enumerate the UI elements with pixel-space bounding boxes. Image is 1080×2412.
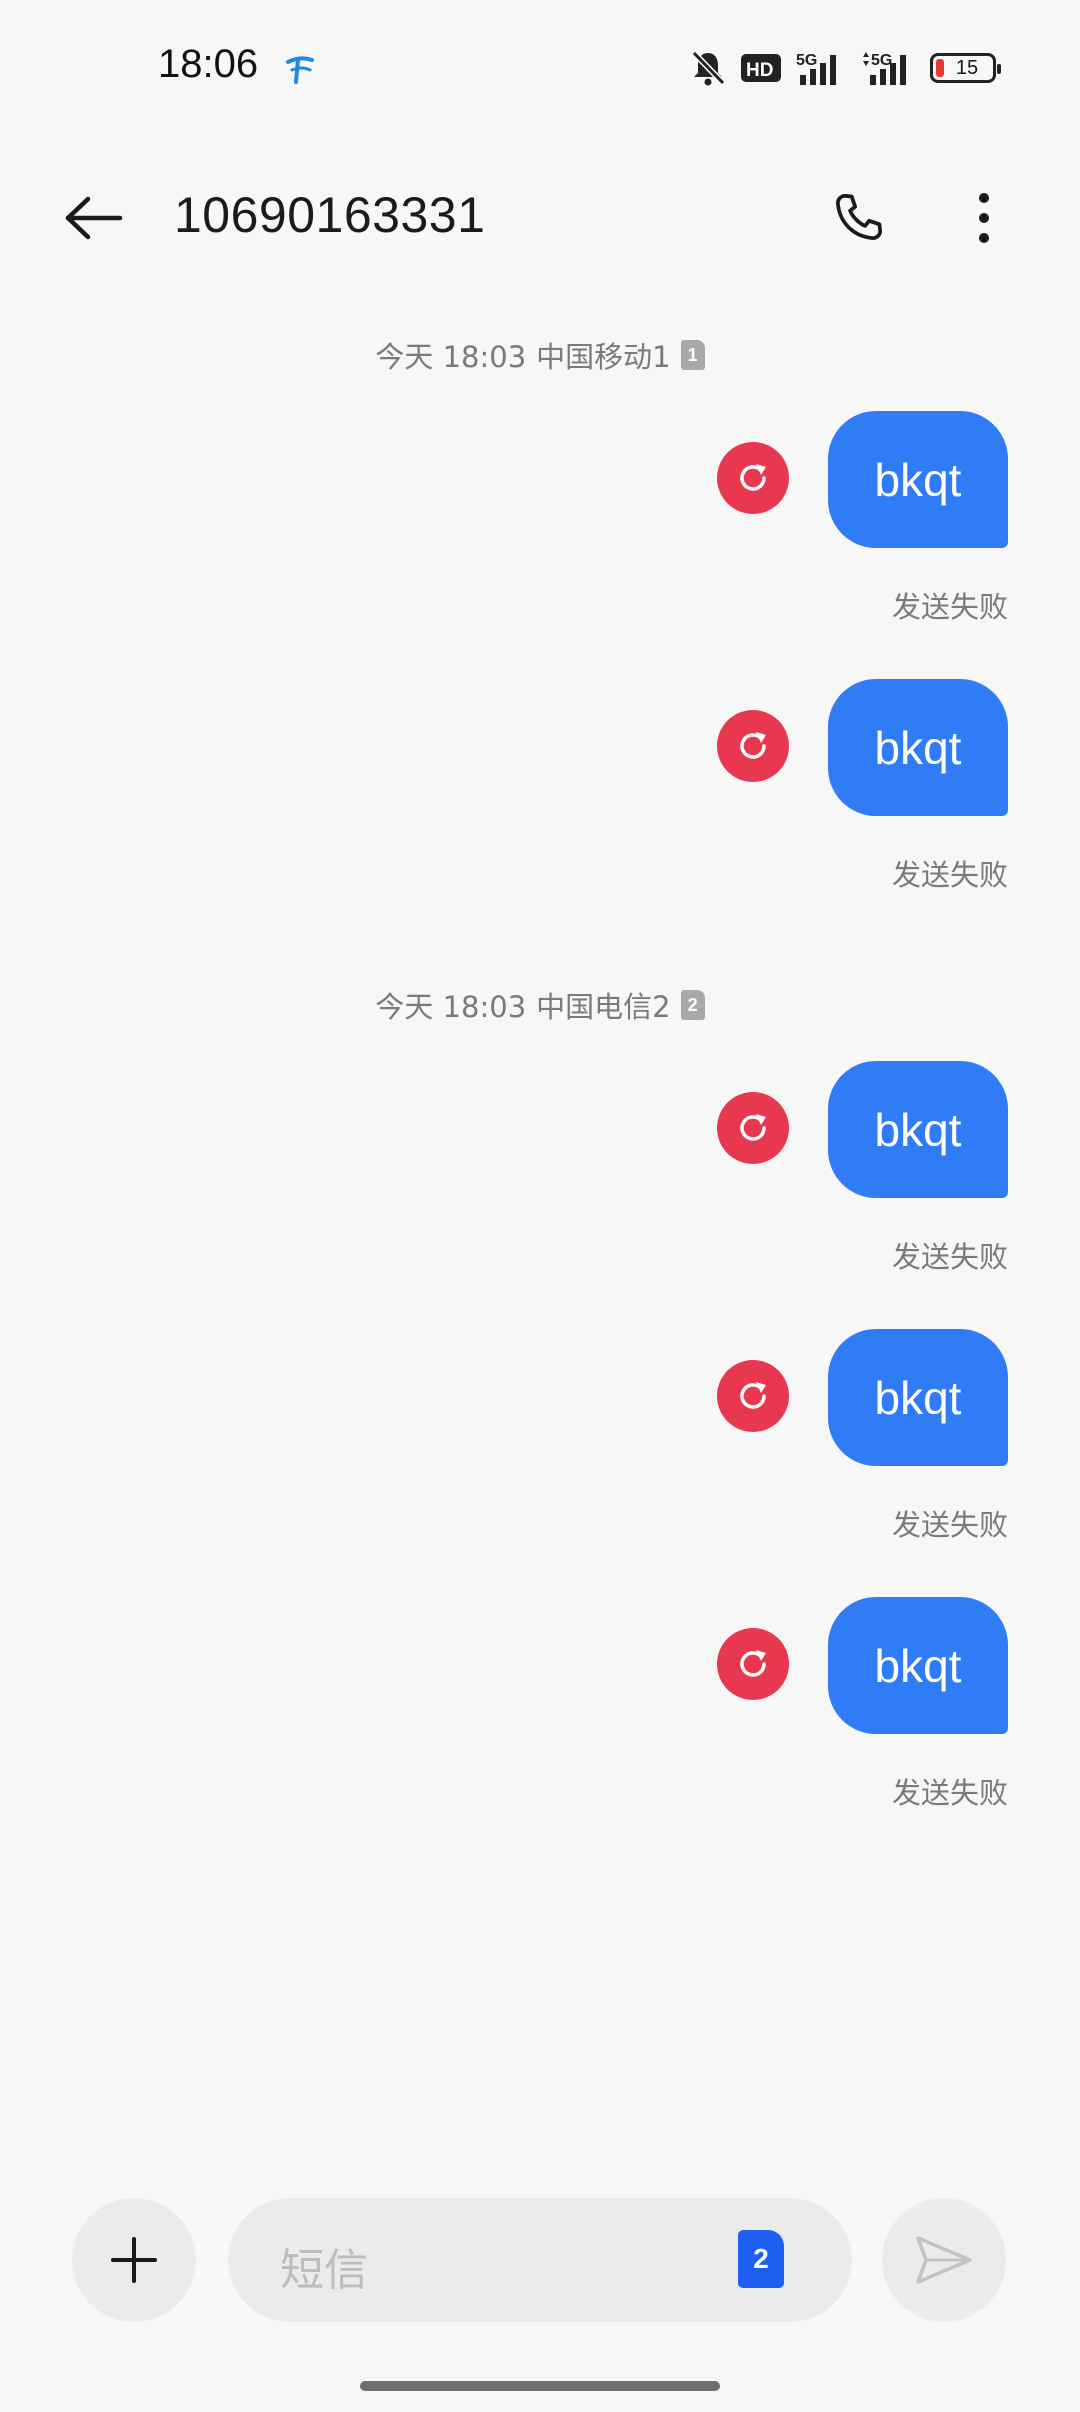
battery-icon: 15 xyxy=(930,53,1001,83)
message-bubble[interactable]: bkqt xyxy=(828,1329,1008,1466)
battery-level: 15 xyxy=(955,56,979,79)
contact-title: 10690163331 xyxy=(174,187,486,243)
status-time: 18:06 xyxy=(158,42,259,86)
message-bubble[interactable]: bkqt xyxy=(828,1061,1008,1198)
retry-button[interactable] xyxy=(717,1092,789,1164)
sim-card-icon: 2 xyxy=(680,990,705,1020)
refresh-icon xyxy=(740,732,766,759)
sim-select-button[interactable]: 2 xyxy=(738,2230,784,2288)
send-failed-label: 发送失败 xyxy=(891,1240,1008,1274)
call-button[interactable] xyxy=(818,178,898,258)
send-failed-label: 发送失败 xyxy=(891,590,1008,624)
message-group-header: 今天 18:03 中国电信2 2 xyxy=(0,984,1080,1026)
phone-icon xyxy=(836,193,883,240)
send-icon xyxy=(916,2236,972,2284)
retry-button[interactable] xyxy=(717,710,789,782)
message-group-header: 今天 18:03 中国移动1 1 xyxy=(0,334,1080,376)
refresh-icon xyxy=(740,464,766,491)
retry-button[interactable] xyxy=(717,442,789,514)
group-time: 今天 18:03 xyxy=(375,990,527,1024)
refresh-icon xyxy=(740,1382,766,1409)
message-bubble[interactable]: bkqt xyxy=(828,411,1008,548)
carrier-logo-icon xyxy=(282,52,318,88)
refresh-icon xyxy=(740,1650,766,1677)
home-indicator[interactable] xyxy=(360,2381,720,2391)
retry-button[interactable] xyxy=(717,1628,789,1700)
more-options-button[interactable] xyxy=(944,178,1024,258)
plus-icon xyxy=(111,2237,157,2283)
hd-icon: HD xyxy=(741,54,781,82)
add-attachment-button[interactable] xyxy=(72,2198,196,2322)
sim-card-icon: 1 xyxy=(680,340,705,370)
svg-text:5G: 5G xyxy=(871,52,892,69)
5g-signal-icon: 5G xyxy=(796,52,836,85)
5g-signal-icon: 5G xyxy=(863,52,906,85)
group-sim-name: 中国移动1 xyxy=(536,340,671,374)
status-icons: HD 5G 5G 15 xyxy=(690,46,1001,90)
send-failed-label: 发送失败 xyxy=(891,1508,1008,1542)
mute-bell-icon xyxy=(691,50,726,86)
arrow-left-icon xyxy=(65,196,123,240)
send-failed-label: 发送失败 xyxy=(891,858,1008,892)
message-bubble[interactable]: bkqt xyxy=(828,1597,1008,1734)
back-button[interactable] xyxy=(54,178,134,258)
svg-text:HD: HD xyxy=(746,60,773,81)
message-input-placeholder: 短信 xyxy=(280,2245,368,2296)
conversation-header: 10690163331 xyxy=(0,150,1080,280)
refresh-icon xyxy=(740,1114,766,1141)
svg-text:5G: 5G xyxy=(796,52,817,69)
group-sim-name: 中国电信2 xyxy=(536,990,671,1024)
retry-button[interactable] xyxy=(717,1360,789,1432)
send-failed-label: 发送失败 xyxy=(891,1776,1008,1810)
status-bar: 18:06 HD 5G 5G 15 xyxy=(0,0,1080,130)
group-time: 今天 18:03 xyxy=(375,340,527,374)
send-button[interactable] xyxy=(882,2198,1006,2322)
message-input[interactable]: 短信 2 xyxy=(228,2198,852,2322)
message-bubble[interactable]: bkqt xyxy=(828,679,1008,816)
more-vertical-icon xyxy=(979,193,989,243)
